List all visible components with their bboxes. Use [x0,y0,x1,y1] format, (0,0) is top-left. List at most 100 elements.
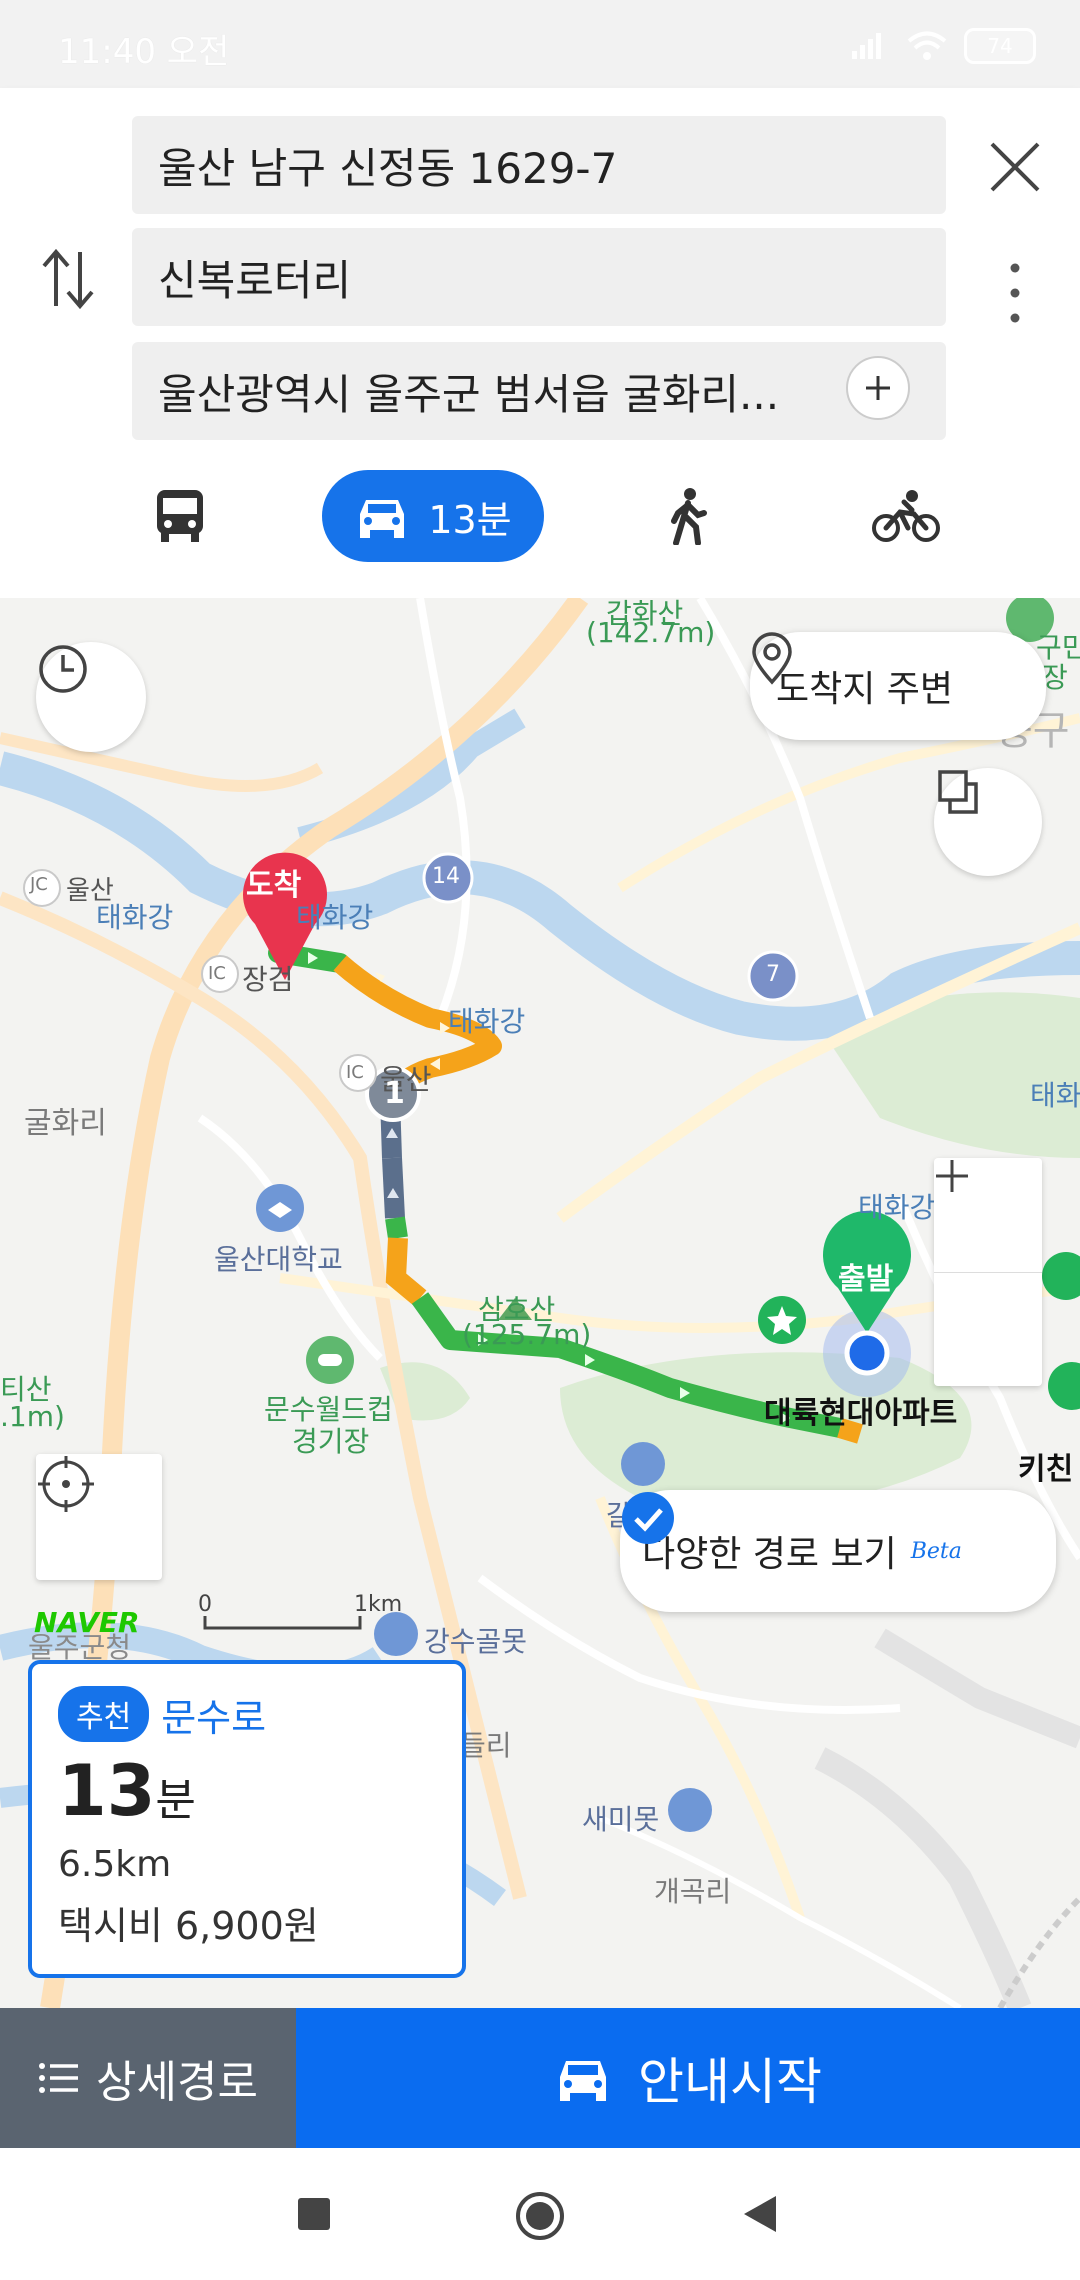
tab-transit[interactable] [140,470,220,562]
map-label-university: 울산대학교 [214,1243,343,1276]
checkmark-circle-icon [622,1492,674,1544]
departure-pin[interactable] [823,1210,911,1397]
naver-logo: NAVER [34,1606,140,1639]
tab-walk[interactable] [652,470,724,562]
alternative-routes-toggle[interactable]: 다양한 경로 보기 Beta [620,1490,1056,1612]
tab-car[interactable]: 13분 [322,470,544,562]
waypoint-input[interactable]: 신복로터리 [132,228,946,326]
layers-icon [938,770,978,814]
more-vertical-icon [1010,263,1020,323]
tab-bike[interactable] [864,470,948,562]
minus-icon [936,1174,968,1178]
map-label-taehwa-5: 태화 [1030,1079,1080,1112]
map-label-apartment: 대륙현대아파트 [764,1396,958,1431]
recommended-badge: 추천 [58,1686,150,1742]
crosshair-icon [38,1456,94,1512]
close-icon [990,142,1040,192]
ic-badge-2: IC [346,1062,364,1083]
scale-end-label: 1km [354,1592,403,1617]
map-view[interactable]: 갑화산 (142.7m) JC 울산 태화강 태화강 태화강 태화강 태화 IC… [0,598,1080,2008]
route-distance: 6.5km [58,1844,172,1885]
car-duration: 13분 [428,497,512,542]
map-label-gulhwari: 굴화리 [24,1106,107,1141]
destination-nearby-button[interactable]: 도착지 주변 [750,632,1046,740]
map-label-taehwa-1: 태화강 [96,901,174,934]
list-icon [39,2063,79,2093]
map-label-taehwa-2: 태화강 [296,901,374,934]
route-details-button[interactable]: 상세경로 [0,2008,296,2148]
route-duration: 13분 [58,1756,436,1826]
add-waypoint-button[interactable] [846,356,910,420]
layers-button[interactable] [934,768,1042,876]
map-label-janggeom: 장검 [242,963,294,996]
waypoint-text: 신복로터리 [158,255,352,305]
map-label-saemimot: 새미못 [582,1803,660,1836]
map-label-deuri: 들리 [460,1729,512,1762]
zoom-out-button[interactable] [934,1174,1042,1387]
route-summary-card[interactable]: 추천 문수로 13분 6.5km 택시비 6,900원 [28,1660,466,1978]
car-icon [360,500,405,538]
jc-badge: JC [30,874,48,895]
signal-icon [852,33,881,59]
car-icon [560,2061,606,2101]
swap-arrows-icon [42,248,94,310]
arrival-pin-label: 도착 [246,868,302,903]
map-label-gangsugolmot: 강수골못 [424,1625,528,1658]
reservoir-icon [621,1442,665,1486]
reservoir-icon-2 [374,1612,418,1656]
beta-label: Beta [910,1538,962,1564]
clock-icon [39,645,87,693]
scale-bar [203,1616,362,1630]
recents-icon[interactable] [296,2196,332,2232]
ic-badge-1: IC [208,963,226,984]
map-label-taehwa-4: 태화강 [858,1191,936,1224]
map-label-peak-height: (142.7m) [586,616,716,649]
taxi-fare: 택시비 6,900원 [58,1904,319,1948]
wifi-icon [907,31,947,60]
map-label-taehwa-3: 태화강 [448,1005,526,1038]
status-time: 11:40 오전 [58,32,230,72]
route-details-label: 상세경로 [96,2057,258,2108]
bike-icon [872,490,940,542]
map-label-left-peak-height: .1m) [0,1400,65,1433]
more-options-button[interactable] [1000,258,1030,328]
battery-icon: 74 [964,28,1036,64]
close-button[interactable] [980,132,1050,202]
bus-icon [157,490,203,542]
road-shield-7-label: 7 [766,962,780,987]
status-bar: 11:40 오전 74 [0,0,1080,88]
back-icon[interactable] [742,2194,780,2234]
favorite-star-icon-3[interactable] [1048,1362,1080,1410]
destination-input[interactable]: 울산광역시 울주군 범서읍 굴화리... [132,342,946,440]
map-label-kitchen: 키친 [1018,1452,1074,1487]
waypoint-marker-number: 1 [384,1076,405,1111]
home-icon[interactable] [514,2190,566,2242]
destination-text: 울산광역시 울주군 범서읍 굴화리... [158,369,780,419]
zoom-controls [934,1158,1042,1386]
route-road-name: 문수로 [161,1695,267,1740]
swap-button[interactable] [38,246,98,312]
history-button[interactable] [36,642,146,752]
origin-text: 울산 남구 신정동 1629-7 [158,143,618,193]
scale-start-label: 0 [198,1592,212,1617]
route-duration-value: 13 [58,1750,156,1832]
destination-nearby-label: 도착지 주변 [776,669,954,710]
origin-input[interactable]: 울산 남구 신정동 1629-7 [132,116,946,214]
departure-pin-label: 출발 [838,1262,894,1297]
status-icons: 74 [850,26,1036,66]
current-location-button[interactable] [36,1454,162,1580]
map-label-gaegokri: 개곡리 [654,1875,732,1908]
start-navigation-label: 안내시작 [638,2053,822,2111]
road-shield-14-label: 14 [432,864,460,889]
battery-level: 74 [987,34,1013,58]
map-label-samhosan-height: (125.7m) [462,1318,592,1351]
reservoir-icon-3 [668,1788,712,1832]
system-nav-bar [0,2148,1080,2280]
start-navigation-button[interactable]: 안내시작 [296,2008,1080,2148]
walk-icon [671,488,707,545]
alternative-routes-label: 다양한 경로 보기 [642,1534,897,1575]
location-pin-icon [752,632,792,685]
plus-icon [866,376,890,400]
route-duration-unit: 분 [155,1775,196,1826]
map-label-worldcup-2: 경기장 [292,1425,370,1458]
